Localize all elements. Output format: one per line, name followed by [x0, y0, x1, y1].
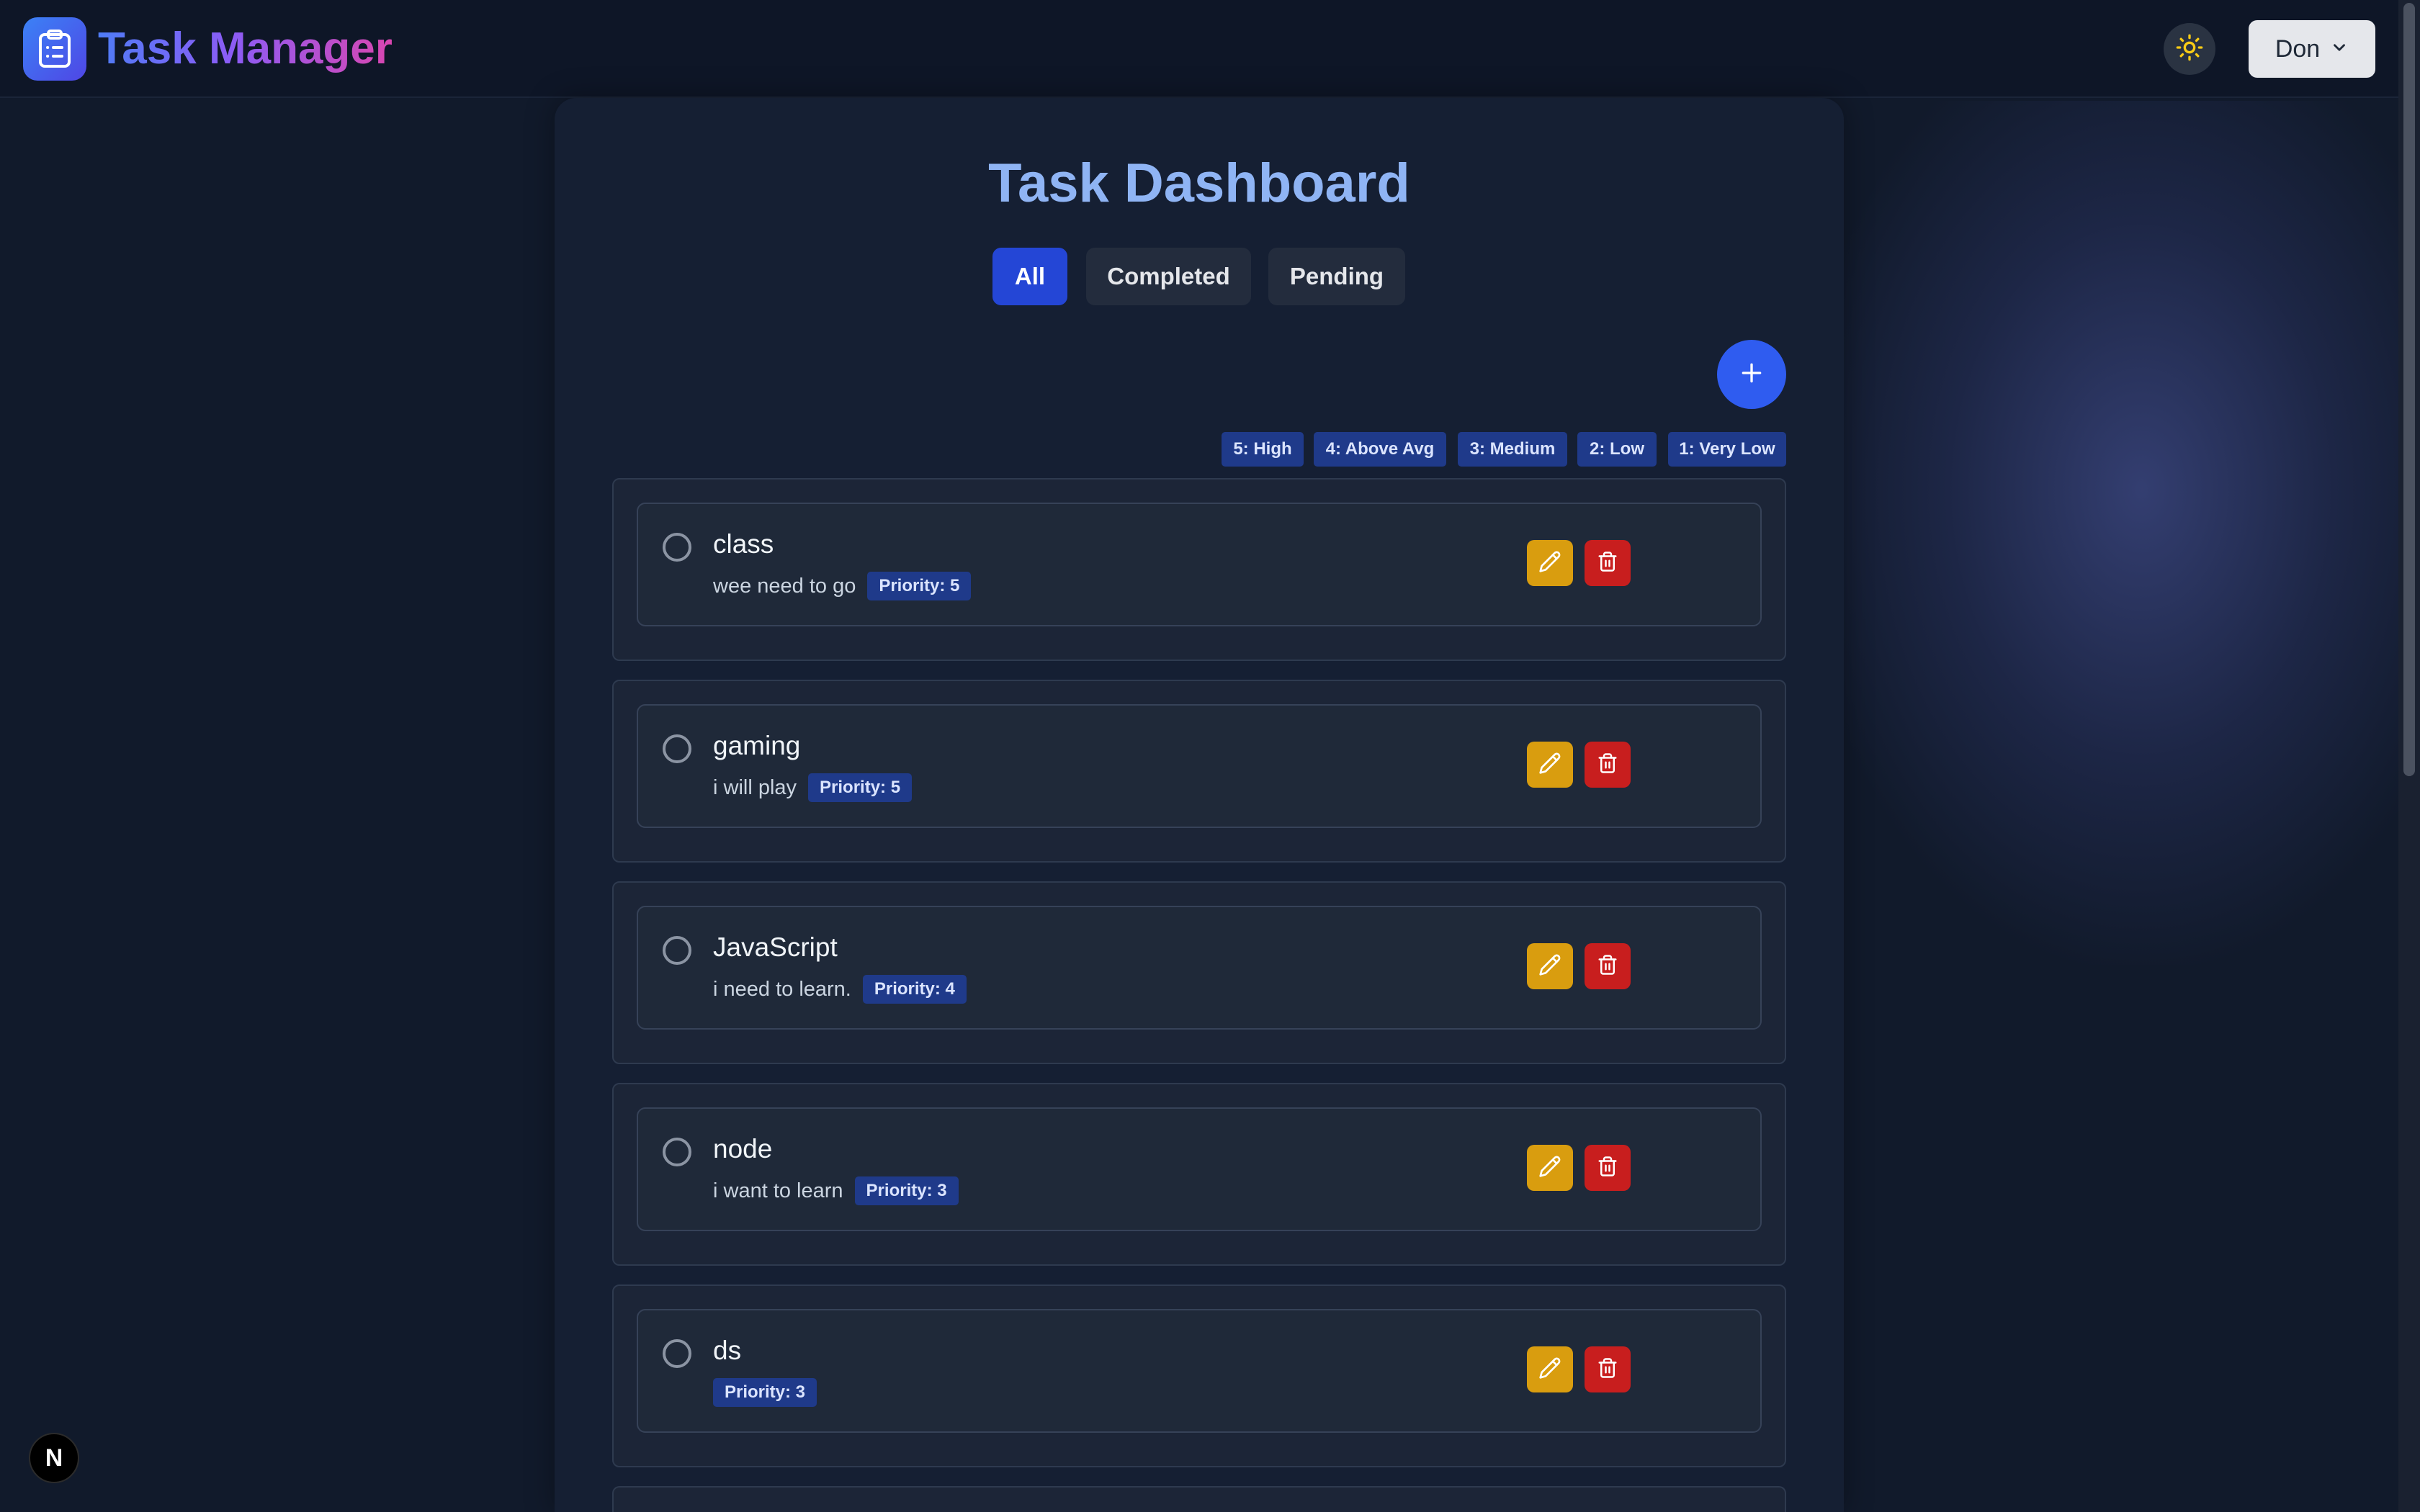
chevron-down-icon	[2330, 35, 2349, 63]
priority-legend-low: 2: Low	[1577, 432, 1657, 467]
task-item: gaming i will play Priority: 5	[637, 704, 1762, 828]
priority-legend-medium: 3: Medium	[1458, 432, 1567, 467]
edit-task-button[interactable]	[1527, 943, 1573, 989]
next-dev-badge[interactable]: N	[29, 1433, 79, 1483]
edit-task-button[interactable]	[1527, 742, 1573, 788]
task-title: ds	[713, 1336, 742, 1365]
task-meta: Priority: 3	[713, 1378, 817, 1407]
delete-task-button[interactable]	[1585, 943, 1631, 989]
task-description: i want to learn	[713, 1179, 843, 1202]
task-complete-checkbox[interactable]	[663, 533, 691, 562]
task-description: wee need to go	[713, 575, 856, 598]
filter-pending-button[interactable]: Pending	[1268, 248, 1405, 305]
priority-legend-high: 5: High	[1222, 432, 1304, 467]
pencil-icon	[1538, 1155, 1561, 1182]
edit-task-button[interactable]	[1527, 1145, 1573, 1191]
task-title: class	[713, 529, 774, 559]
trash-icon	[1597, 752, 1618, 778]
edit-task-button[interactable]	[1527, 1346, 1573, 1392]
filter-completed-button[interactable]: Completed	[1086, 248, 1251, 305]
task-card: ds Priority: 3	[612, 1284, 1786, 1467]
task-priority-badge: Priority: 3	[713, 1378, 817, 1407]
task-complete-checkbox[interactable]	[663, 936, 691, 965]
trash-icon	[1597, 954, 1618, 979]
task-meta: i want to learn Priority: 3	[713, 1176, 959, 1205]
task-meta: i need to learn. Priority: 4	[713, 975, 967, 1004]
trash-icon	[1597, 1357, 1618, 1382]
task-priority-badge: Priority: 5	[808, 773, 913, 802]
page-title-wrap: Task Dashboard	[555, 144, 1844, 223]
pencil-icon	[1538, 953, 1561, 980]
user-menu-button[interactable]: Don	[2249, 20, 2375, 78]
plus-icon	[1737, 359, 1766, 391]
task-complete-checkbox[interactable]	[663, 1138, 691, 1166]
edit-task-button[interactable]	[1527, 540, 1573, 586]
trash-icon	[1597, 1156, 1618, 1181]
pencil-icon	[1538, 752, 1561, 778]
task-meta: wee need to go Priority: 5	[713, 572, 972, 600]
trash-icon	[1597, 551, 1618, 576]
delete-task-button[interactable]	[1585, 1346, 1631, 1392]
task-complete-checkbox[interactable]	[663, 734, 691, 763]
pencil-icon	[1538, 1356, 1561, 1383]
task-item: ds Priority: 3	[637, 1309, 1762, 1433]
task-card: JavaScript i need to learn. Priority: 4	[612, 881, 1786, 1064]
task-card: class wee need to go Priority: 5	[612, 478, 1786, 661]
task-priority-badge: Priority: 3	[854, 1176, 959, 1205]
task-complete-checkbox[interactable]	[663, 1339, 691, 1368]
priority-legend-above-avg: 4: Above Avg	[1314, 432, 1446, 467]
task-title: JavaScript	[713, 932, 838, 962]
task-description: i will play	[713, 776, 797, 799]
pencil-icon	[1538, 550, 1561, 577]
filter-all-button[interactable]: All	[992, 248, 1067, 305]
clipboard-icon[interactable]	[23, 17, 86, 81]
task-meta: i will play Priority: 5	[713, 773, 913, 802]
delete-task-button[interactable]	[1585, 742, 1631, 788]
task-title: gaming	[713, 731, 801, 760]
theme-toggle-button[interactable]	[2164, 23, 2215, 75]
task-priority-badge: Priority: 5	[867, 572, 972, 600]
task-item: node i want to learn Priority: 3	[637, 1107, 1762, 1231]
scrollbar-thumb[interactable]	[2403, 3, 2415, 776]
add-task-button[interactable]	[1717, 340, 1786, 409]
task-item: JavaScript i need to learn. Priority: 4	[637, 906, 1762, 1030]
navbar: Task Manager Don	[0, 0, 2398, 98]
task-card: node i want to learn Priority: 3	[612, 1083, 1786, 1266]
task-item: class wee need to go Priority: 5	[637, 503, 1762, 626]
user-name: Don	[2275, 35, 2321, 63]
task-priority-badge: Priority: 4	[862, 975, 967, 1004]
delete-task-button[interactable]	[1585, 1145, 1631, 1191]
task-card	[612, 1486, 1786, 1512]
task-description: i need to learn.	[713, 978, 851, 1001]
background-glow	[1801, 101, 2420, 965]
page-title: Task Dashboard	[988, 153, 1410, 214]
app-title[interactable]: Task Manager	[98, 20, 393, 78]
task-title: node	[713, 1134, 773, 1164]
task-card: gaming i will play Priority: 5	[612, 680, 1786, 863]
sun-icon	[2175, 33, 2204, 66]
delete-task-button[interactable]	[1585, 540, 1631, 586]
priority-legend-very-low: 1: Very Low	[1668, 432, 1786, 467]
